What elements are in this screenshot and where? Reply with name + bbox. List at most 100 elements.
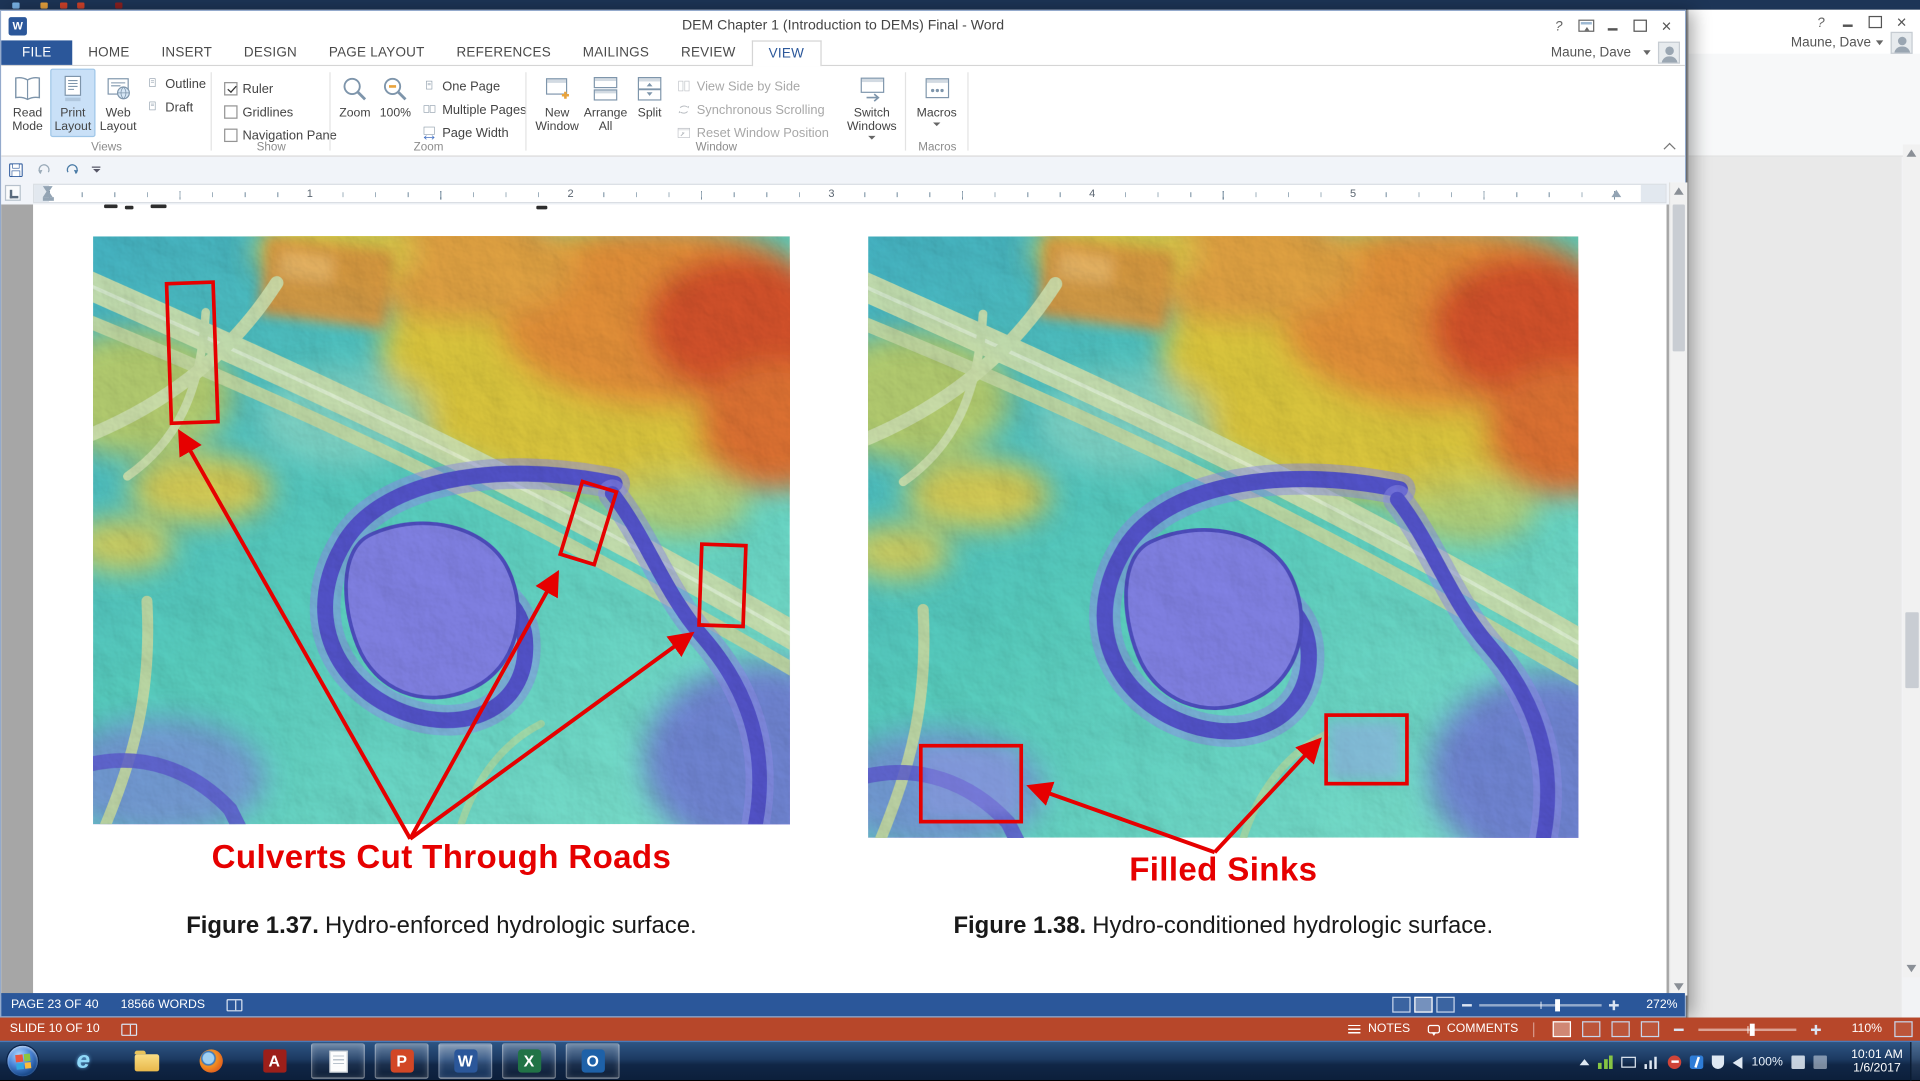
account-area[interactable]: Maune, Dave	[1551, 40, 1685, 64]
switch-windows-button[interactable]: Switch Windows	[840, 69, 904, 141]
notification-icon[interactable]	[1668, 1055, 1681, 1068]
undo-icon[interactable]	[36, 161, 53, 178]
checkbox-checked-icon[interactable]	[224, 82, 237, 95]
taskbar-excel[interactable]: X	[502, 1043, 556, 1079]
minimize-icon[interactable]	[1599, 17, 1626, 35]
new-window-button[interactable]: New Window	[534, 69, 581, 138]
tab-file[interactable]: FILE	[1, 40, 72, 64]
redo-icon[interactable]	[64, 161, 81, 178]
avatar[interactable]	[1658, 42, 1680, 64]
tray-app-icon[interactable]	[1791, 1055, 1804, 1068]
scroll-up-icon[interactable]	[1674, 187, 1684, 194]
scrollbar-thumb[interactable]	[1673, 204, 1685, 351]
fit-to-window-icon[interactable]	[1894, 1021, 1912, 1037]
close-icon[interactable]	[1888, 12, 1915, 30]
document-page[interactable]: Culverts Cut Through Roads Filled Sinks …	[33, 204, 1666, 995]
synchronous-scrolling-button[interactable]: Synchronous Scrolling	[676, 99, 833, 120]
zoom-in-icon[interactable]	[1811, 1024, 1821, 1034]
display-icon[interactable]	[1622, 1057, 1637, 1068]
slide-sorter-icon[interactable]	[1582, 1021, 1600, 1037]
background-qat-icon[interactable]	[115, 2, 122, 8]
battery-percentage[interactable]: 100%	[1752, 1055, 1783, 1068]
left-indent-marker[interactable]	[43, 197, 54, 201]
hanging-indent-marker[interactable]	[43, 190, 53, 197]
performance-monitor-icon[interactable]	[1598, 1054, 1613, 1069]
maximize-icon[interactable]	[1626, 17, 1653, 35]
split-button[interactable]: Split	[631, 69, 669, 138]
tab-view[interactable]: VIEW	[751, 40, 821, 66]
slide-indicator[interactable]: SLIDE 10 OF 10	[10, 1022, 100, 1035]
web-layout-button[interactable]: Web Layout	[96, 69, 141, 138]
spellcheck-icon[interactable]	[122, 1023, 138, 1035]
scroll-down-icon[interactable]	[1674, 983, 1684, 990]
read-mode-view-icon[interactable]	[1392, 997, 1410, 1013]
zoom-button[interactable]: Zoom	[336, 69, 375, 138]
comments-button[interactable]: COMMENTS	[1447, 1022, 1518, 1035]
tab-review[interactable]: REVIEW	[665, 40, 751, 64]
zoom-slider[interactable]	[1479, 1003, 1601, 1005]
word-titlebar[interactable]: DEM Chapter 1 (Introduction to DEMs) Fin…	[1, 11, 1685, 40]
slideshow-icon[interactable]	[1641, 1021, 1659, 1037]
tab-insert[interactable]: INSERT	[146, 40, 228, 64]
help-icon[interactable]	[1807, 12, 1834, 30]
document-area[interactable]: Culverts Cut Through Roads Filled Sinks …	[1, 204, 1669, 995]
one-page-button[interactable]: One Page	[421, 76, 526, 97]
zoom-percentage[interactable]: 272%	[1636, 998, 1678, 1011]
zoom-slider[interactable]	[1698, 1028, 1796, 1030]
print-layout-button[interactable]: Print Layout	[50, 69, 95, 138]
checkbox-icon[interactable]	[224, 105, 237, 118]
scroll-up-icon[interactable]	[1907, 149, 1917, 156]
multiple-pages-button[interactable]: Multiple Pages	[421, 99, 526, 120]
zoom-out-icon[interactable]	[1462, 1003, 1472, 1005]
collapse-ribbon-icon[interactable]	[1664, 142, 1675, 151]
notes-button[interactable]: NOTES	[1368, 1022, 1410, 1035]
tab-references[interactable]: REFERENCES	[441, 40, 567, 64]
background-qat-icon[interactable]	[12, 2, 19, 8]
scrollbar-thumb[interactable]	[1905, 612, 1918, 688]
zoom-percentage[interactable]: 110%	[1845, 1022, 1882, 1035]
horizontal-ruler[interactable]: 1 2 3 4 5	[33, 184, 1666, 204]
right-indent-marker[interactable]	[1611, 190, 1621, 197]
macros-button[interactable]: Macros	[913, 69, 960, 138]
ribbon-display-options-icon[interactable]	[1572, 17, 1599, 35]
tab-mailings[interactable]: MAILINGS	[567, 40, 665, 64]
bluetooth-icon[interactable]	[1690, 1055, 1703, 1068]
scroll-down-icon[interactable]	[1907, 965, 1917, 972]
taskbar-powerpoint[interactable]: P	[375, 1043, 429, 1079]
tray-app-icon[interactable]	[1813, 1055, 1826, 1068]
background-qat-icon[interactable]	[60, 2, 67, 8]
show-hidden-icons-icon[interactable]	[1580, 1059, 1590, 1065]
zoom-100-button[interactable]: 100%	[374, 69, 416, 138]
taskbar-browser[interactable]	[184, 1043, 238, 1079]
help-icon[interactable]	[1545, 17, 1572, 35]
page-indicator[interactable]: PAGE 23 OF 40	[11, 998, 99, 1011]
read-mode-button[interactable]: Read Mode	[5, 69, 50, 138]
outline-button[interactable]: Outline	[144, 73, 206, 94]
customize-qat-icon[interactable]	[92, 166, 101, 173]
word-count[interactable]: 18566 WORDS	[121, 998, 205, 1011]
print-layout-view-icon[interactable]	[1414, 997, 1432, 1013]
taskbar-adobe-reader[interactable]: A	[247, 1043, 301, 1079]
taskbar-internet-explorer[interactable]: e	[56, 1043, 110, 1079]
zoom-out-icon[interactable]	[1674, 1028, 1684, 1030]
volume-icon[interactable]	[1733, 1056, 1743, 1068]
powerpoint-account[interactable]: Maune, Dave	[1791, 32, 1913, 54]
minimize-icon[interactable]	[1834, 12, 1861, 30]
web-layout-view-icon[interactable]	[1436, 997, 1454, 1013]
background-qat-icon[interactable]	[40, 2, 47, 8]
gridlines-checkbox[interactable]: Gridlines	[224, 102, 331, 123]
network-signal-icon[interactable]	[1645, 1054, 1660, 1069]
reading-view-icon[interactable]	[1611, 1021, 1629, 1037]
show-desktop-button[interactable]	[1910, 1042, 1920, 1081]
clock[interactable]: 10:01 AM 1/6/2017	[1851, 1048, 1903, 1075]
avatar[interactable]	[1891, 32, 1913, 54]
close-icon[interactable]	[1653, 17, 1680, 35]
word-scrollbar[interactable]	[1669, 182, 1687, 995]
taskbar-outlook[interactable]: O	[566, 1043, 620, 1079]
background-qat-icon[interactable]	[77, 2, 84, 8]
taskbar-file-explorer[interactable]	[120, 1043, 174, 1079]
tab-selector-icon[interactable]	[5, 185, 21, 201]
view-side-by-side-button[interactable]: View Side by Side	[676, 76, 833, 97]
zoom-in-icon[interactable]	[1609, 1000, 1619, 1010]
proofing-icon[interactable]	[227, 999, 243, 1011]
